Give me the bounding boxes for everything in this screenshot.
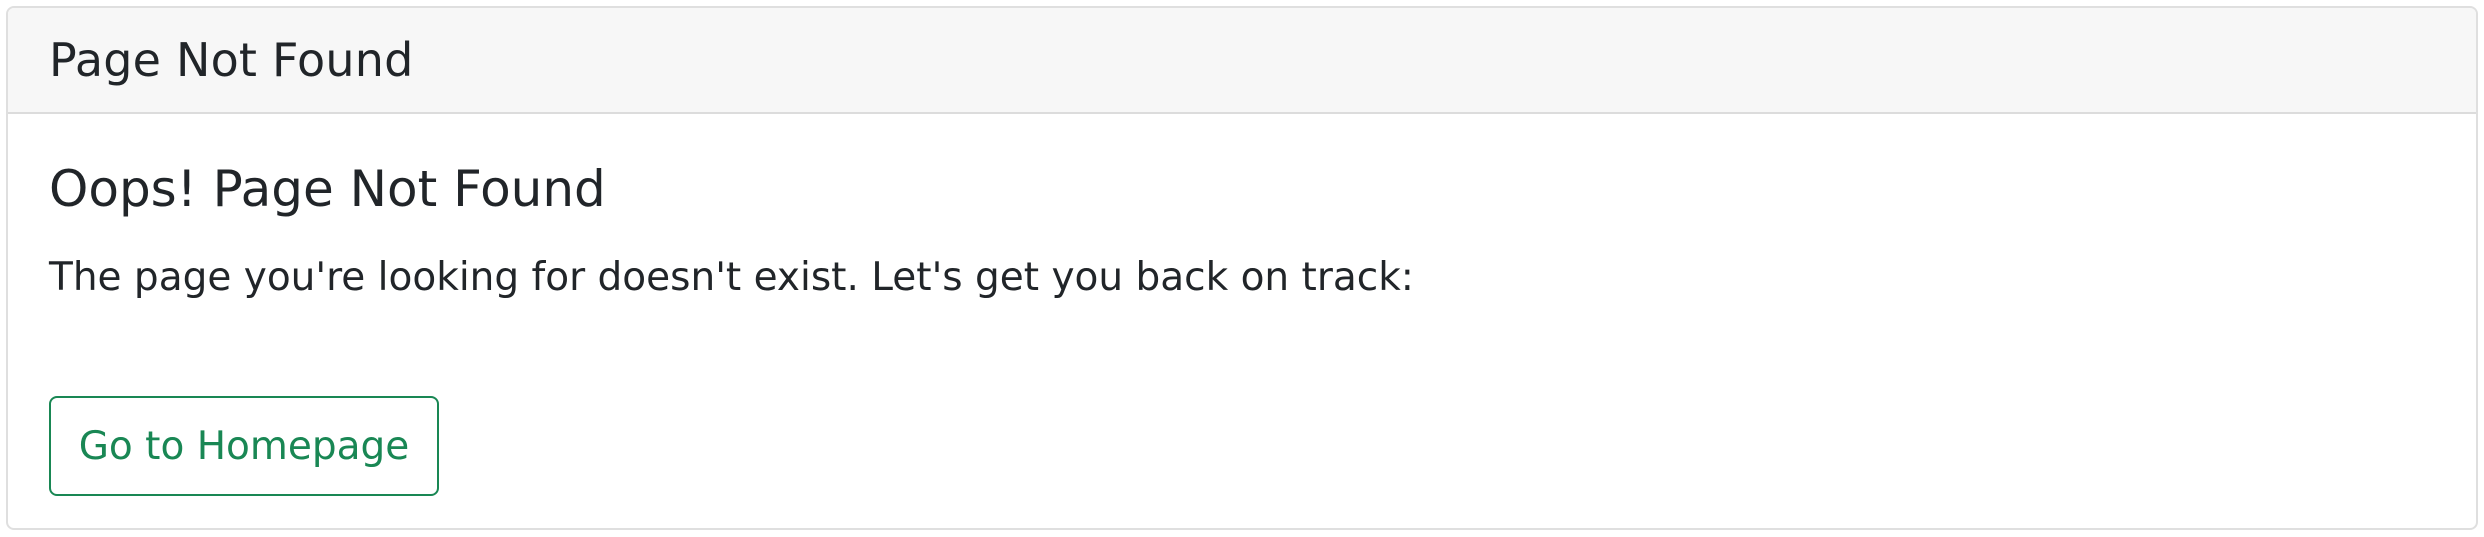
card-header: Page Not Found <box>8 8 2476 114</box>
go-to-homepage-button[interactable]: Go to Homepage <box>49 396 439 496</box>
card-header-title: Page Not Found <box>49 33 414 87</box>
error-heading: Oops! Page Not Found <box>49 160 606 218</box>
error-message: The page you're looking for doesn't exis… <box>49 255 1414 300</box>
not-found-card: Page Not Found Oops! Page Not Found The … <box>6 6 2478 530</box>
